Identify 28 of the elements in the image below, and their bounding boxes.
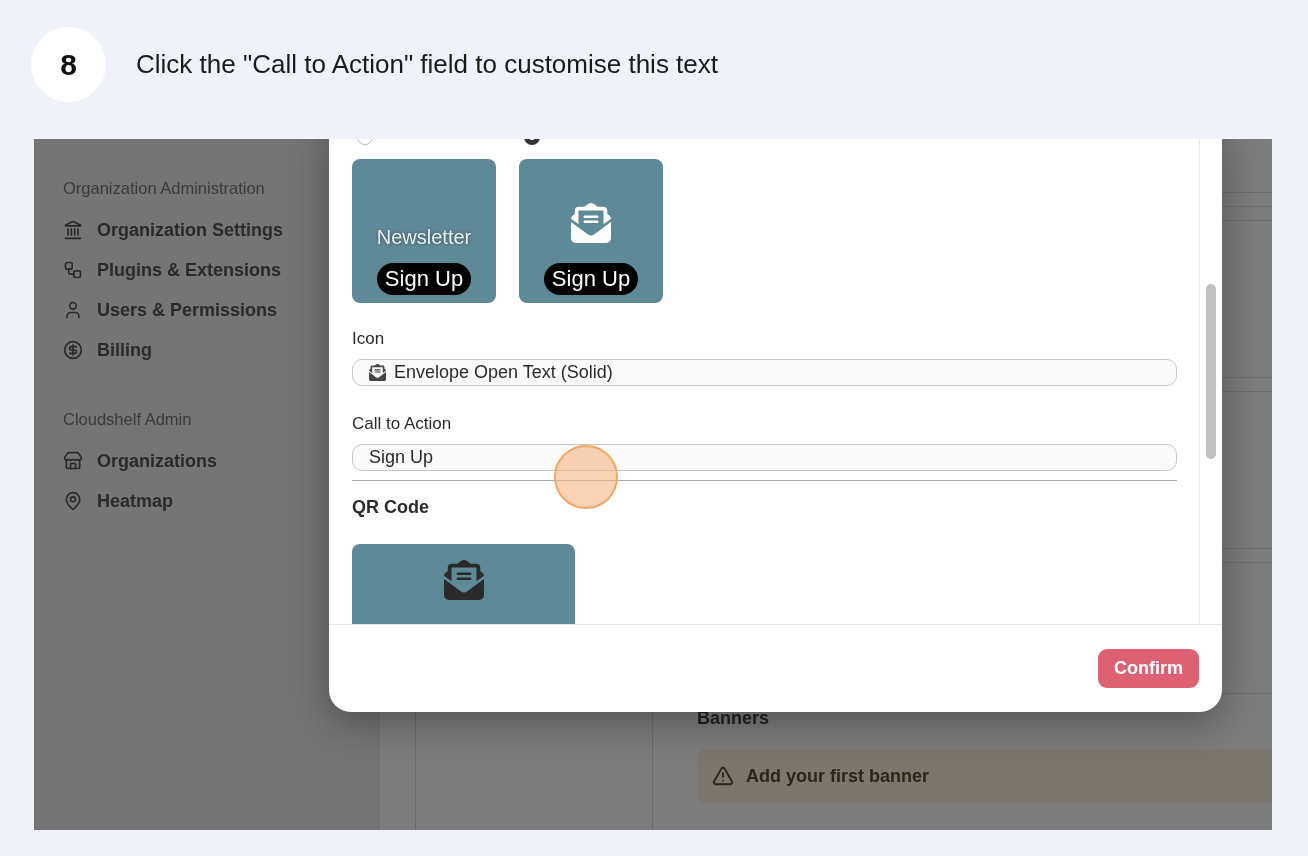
envelope-icon: [443, 560, 484, 600]
input-field[interactable]: Sign Up: [352, 443, 1177, 471]
step-instruction: Click the "Call to Action" field to customise this text: [136, 49, 719, 80]
layout-option[interactable]: Sign Up: [519, 159, 663, 303]
envelope-icon: [571, 203, 611, 243]
map-pin-icon: [63, 491, 83, 511]
section-title: Cloudshelf Admin: [63, 410, 192, 429]
icon-select-field[interactable]: Envelope Open Text (Solid): [352, 359, 1177, 386]
nodes-icon: [63, 260, 83, 280]
layout-title: Newsletter: [376, 226, 472, 249]
store-icon: [63, 451, 83, 471]
alert-text: Add your first banner: [746, 765, 929, 787]
envelope-icon: [369, 363, 386, 381]
warning-icon: [712, 765, 734, 787]
section-heading: QR Code: [352, 497, 430, 518]
field-label: Icon: [352, 329, 386, 349]
bank-icon: [63, 220, 83, 240]
section-heading: Banners: [697, 708, 771, 729]
click-marker: [554, 445, 618, 509]
field-label: Call to Action: [352, 413, 453, 434]
section-title: Organization Administration: [63, 179, 265, 198]
cta-pill: Sign Up: [376, 263, 472, 295]
user-icon: [63, 300, 83, 320]
layout-option[interactable]: Newsletter Sign Up: [352, 159, 496, 303]
confirm-button[interactable]: Confirm: [1098, 649, 1199, 688]
cta-pill: Sign Up: [543, 263, 639, 295]
step-number: 8: [31, 27, 106, 102]
dollar-icon: [63, 340, 83, 360]
